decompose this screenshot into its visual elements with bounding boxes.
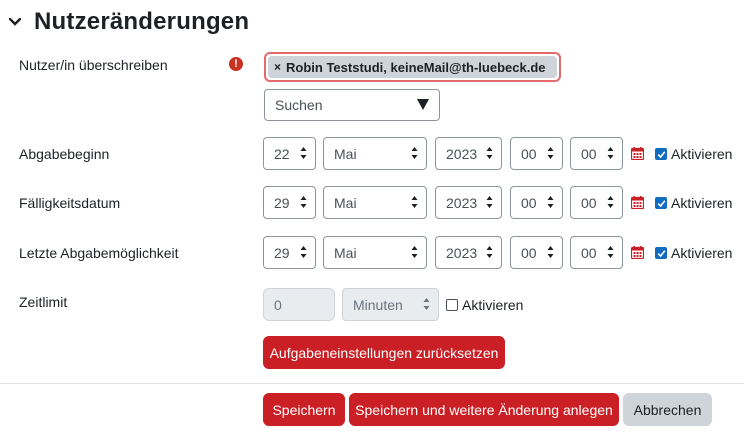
minute-select-value: 00 bbox=[581, 194, 597, 211]
abgabebeginn-month-select[interactable]: Mai bbox=[323, 137, 427, 170]
enable-label: Aktivieren bbox=[671, 195, 733, 211]
section-title: Nutzeränderungen bbox=[34, 8, 250, 35]
sort-arrows-icon bbox=[486, 246, 493, 258]
sort-arrows-icon bbox=[486, 196, 493, 208]
checkbox-checked-icon[interactable] bbox=[655, 197, 667, 209]
checkbox-checked-icon[interactable] bbox=[655, 148, 667, 160]
hour-select-value: 00 bbox=[521, 194, 537, 211]
sort-arrows-icon bbox=[607, 196, 614, 208]
timelimit-value: 0 bbox=[274, 296, 282, 313]
enable-label: Aktivieren bbox=[671, 146, 733, 162]
abgabebeginn-day-select[interactable]: 22 bbox=[263, 137, 316, 170]
checkbox-checked-icon[interactable] bbox=[655, 247, 667, 259]
timelimit-enable-label: Aktivieren bbox=[462, 297, 524, 313]
chevron-down-icon[interactable] bbox=[8, 15, 22, 29]
sort-arrows-icon bbox=[411, 196, 418, 208]
sort-arrows-icon bbox=[547, 246, 554, 258]
year-select-value: 2023 bbox=[446, 244, 478, 261]
letzte-abgabemoeglichkeit-month-select[interactable]: Mai bbox=[323, 236, 427, 269]
section-header[interactable]: Nutzeränderungen bbox=[8, 8, 249, 36]
user-search-placeholder: Suchen bbox=[275, 97, 323, 113]
reset-settings-button[interactable]: Aufgabeneinstellungen zurücksetzen bbox=[263, 336, 505, 369]
calendar-icon[interactable] bbox=[631, 196, 644, 209]
letzte-abgabemoeglichkeit-year-select[interactable]: 2023 bbox=[435, 236, 502, 269]
timelimit-unit-select[interactable]: Minuten bbox=[342, 288, 439, 321]
sort-arrows-icon bbox=[411, 246, 418, 258]
cancel-button[interactable]: Abbrechen bbox=[623, 393, 712, 426]
sort-arrows-icon bbox=[607, 147, 614, 159]
abgabebeginn-label: Abgabebeginn bbox=[19, 146, 110, 162]
sort-arrows-icon bbox=[607, 246, 614, 258]
selected-user-field[interactable]: × Robin Teststudi, keineMail@th-luebeck.… bbox=[264, 52, 561, 82]
month-select-value: Mai bbox=[334, 244, 357, 261]
sort-arrows-icon bbox=[300, 147, 307, 159]
day-select-value: 29 bbox=[274, 194, 290, 211]
faelligkeitsdatum-year-select[interactable]: 2023 bbox=[435, 186, 502, 219]
sort-arrows-icon bbox=[411, 147, 418, 159]
year-select-value: 2023 bbox=[446, 145, 478, 162]
minute-select-value: 00 bbox=[581, 244, 597, 261]
abgabebeginn-hour-select[interactable]: 00 bbox=[510, 137, 563, 170]
save-button[interactable]: Speichern bbox=[263, 393, 345, 426]
month-select-value: Mai bbox=[334, 145, 357, 162]
faelligkeitsdatum-hour-select[interactable]: 00 bbox=[510, 186, 563, 219]
enable-label: Aktivieren bbox=[671, 245, 733, 261]
sort-arrows-icon bbox=[486, 147, 493, 159]
hour-select-value: 00 bbox=[521, 244, 537, 261]
timelimit-label: Zeitlimit bbox=[19, 294, 68, 310]
letzte-abgabemoeglichkeit-enable-checkbox[interactable]: Aktivieren bbox=[655, 245, 732, 261]
minute-select-value: 00 bbox=[581, 145, 597, 162]
faelligkeitsdatum-enable-checkbox[interactable]: Aktivieren bbox=[655, 195, 732, 211]
sort-arrows-icon bbox=[547, 147, 554, 159]
abgabebeginn-year-select[interactable]: 2023 bbox=[435, 137, 502, 170]
remove-user-icon[interactable]: × bbox=[274, 60, 281, 74]
selected-user-chip[interactable]: × Robin Teststudi, keineMail@th-luebeck.… bbox=[268, 56, 557, 78]
letzte-abgabemoeglichkeit-minute-select[interactable]: 00 bbox=[570, 236, 623, 269]
timelimit-enable-checkbox[interactable]: Aktivieren bbox=[446, 297, 523, 313]
faelligkeitsdatum-label: Fälligkeitsdatum bbox=[19, 195, 121, 211]
faelligkeitsdatum-day-select[interactable]: 29 bbox=[263, 186, 316, 219]
faelligkeitsdatum-month-select[interactable]: Mai bbox=[323, 186, 427, 219]
sort-arrows-icon bbox=[300, 246, 307, 258]
abgabebeginn-minute-select[interactable]: 00 bbox=[570, 137, 623, 170]
hour-select-value: 00 bbox=[521, 145, 537, 162]
override-user-label: Nutzer/in überschreiben bbox=[19, 57, 168, 73]
timelimit-unit: Minuten bbox=[353, 296, 403, 313]
timelimit-value-input[interactable]: 0 bbox=[263, 288, 335, 321]
sort-arrows-icon bbox=[547, 196, 554, 208]
abgabebeginn-enable-checkbox[interactable]: Aktivieren bbox=[655, 146, 732, 162]
day-select-value: 29 bbox=[274, 244, 290, 261]
footer-divider bbox=[0, 383, 744, 384]
letzte-abgabemoeglichkeit-day-select[interactable]: 29 bbox=[263, 236, 316, 269]
month-select-value: Mai bbox=[334, 194, 357, 211]
sort-arrows-icon bbox=[423, 298, 430, 310]
save-and-add-button[interactable]: Speichern und weitere Änderung anlegen bbox=[349, 393, 619, 426]
letzte-abgabemoeglichkeit-hour-select[interactable]: 00 bbox=[510, 236, 563, 269]
selected-user-text: Robin Teststudi, keineMail@th-luebeck.de bbox=[286, 59, 546, 75]
calendar-icon[interactable] bbox=[631, 246, 644, 259]
caret-down-icon bbox=[417, 99, 429, 110]
user-search-select[interactable]: Suchen bbox=[264, 89, 440, 121]
checkbox-unchecked-icon[interactable] bbox=[446, 299, 458, 311]
faelligkeitsdatum-minute-select[interactable]: 00 bbox=[570, 186, 623, 219]
day-select-value: 22 bbox=[274, 145, 290, 162]
letzte-abgabemoeglichkeit-label: Letzte Abgabemöglichkeit bbox=[19, 245, 179, 261]
exclamation-circle-icon: ! bbox=[229, 57, 243, 71]
sort-arrows-icon bbox=[300, 196, 307, 208]
year-select-value: 2023 bbox=[446, 194, 478, 211]
calendar-icon[interactable] bbox=[631, 147, 644, 160]
